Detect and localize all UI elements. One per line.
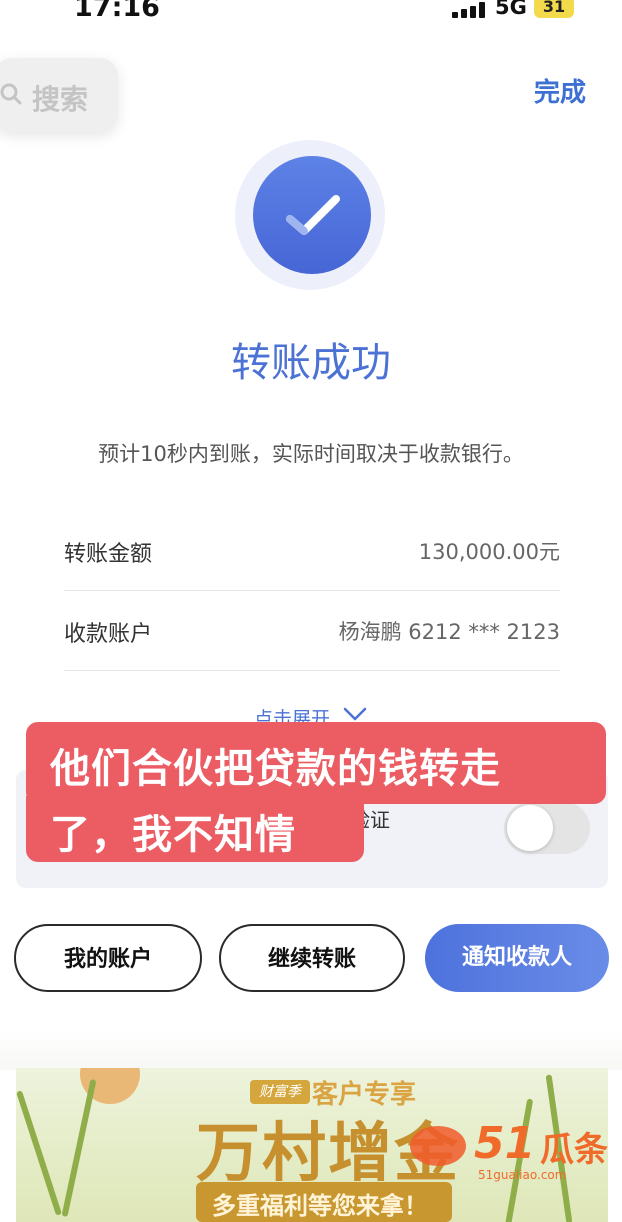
ad-fade xyxy=(0,1030,622,1070)
wheat-icon xyxy=(16,1090,62,1216)
detail-label: 转账金额 xyxy=(64,542,153,567)
my-account-button[interactable]: 我的账户 xyxy=(14,924,202,992)
done-button[interactable]: 完成 xyxy=(534,72,586,109)
search-button[interactable]: 搜索 xyxy=(0,58,118,132)
watermark-number: 51 xyxy=(474,1118,536,1169)
toggle-knob xyxy=(507,805,553,851)
notify-payee-button[interactable]: 通知收款人 xyxy=(425,924,609,992)
result-title: 转账成功 xyxy=(231,340,391,386)
battery-icon: 31 xyxy=(534,0,574,18)
watermark-logo-icon xyxy=(410,1126,466,1166)
transfer-result-page: 17:16 5G 31 搜索 完成 转账成功 预计10秒内到账，实际时间取决于收… xyxy=(0,0,622,1222)
continue-transfer-button[interactable]: 继续转账 xyxy=(219,924,405,992)
status-bar: 17:16 5G 31 xyxy=(0,0,622,24)
detail-value: 杨海鹏 6212 *** 2123 xyxy=(338,620,560,644)
signal-icon xyxy=(452,2,488,18)
detail-row-account: 收款账户 杨海鹏 6212 *** 2123 xyxy=(64,590,560,671)
overlay-caption-line1: 他们合伙把贷款的钱转走 xyxy=(50,746,501,792)
search-icon xyxy=(0,83,22,105)
watermark-url: 51gualiao.com xyxy=(478,1168,567,1182)
ad-tag: 财富季 xyxy=(250,1080,310,1104)
detail-label: 收款账户 xyxy=(64,622,153,647)
sms-verify-toggle[interactable] xyxy=(504,802,590,854)
ad-sub-text: 多重福利等您来拿！ xyxy=(212,1192,428,1220)
success-check-icon xyxy=(253,156,371,274)
search-label: 搜索 xyxy=(32,83,89,116)
result-description: 预计10秒内到账，实际时间取决于收款银行。 xyxy=(98,442,524,466)
chevron-down-icon[interactable] xyxy=(343,706,367,722)
detail-row-amount: 转账金额 130,000.00元 xyxy=(64,510,560,591)
overlay-caption-line2: 了，我不知情 xyxy=(50,812,296,858)
status-time: 17:16 xyxy=(74,0,160,23)
watermark-text: 瓜条 xyxy=(540,1130,608,1170)
network-type: 5G xyxy=(495,0,527,19)
wheat-icon xyxy=(61,1078,97,1218)
detail-value: 130,000.00元 xyxy=(418,540,560,564)
